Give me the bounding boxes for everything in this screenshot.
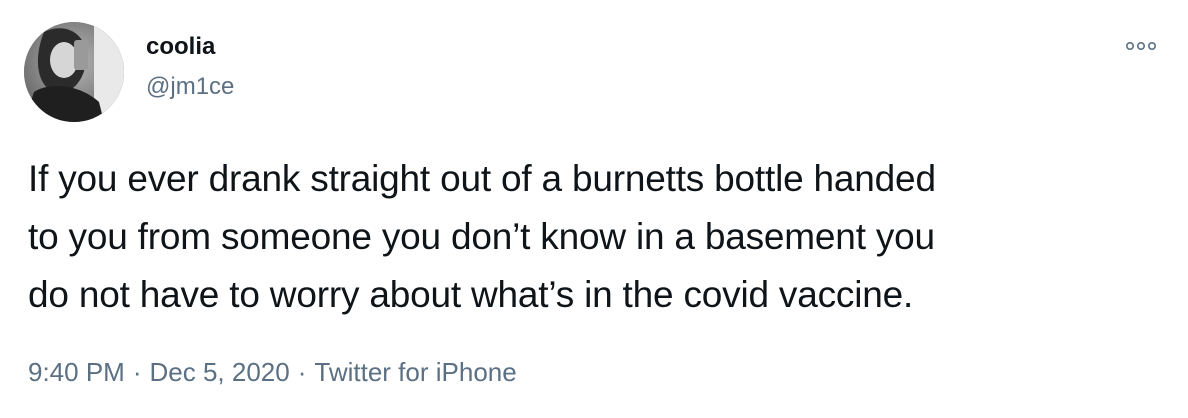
tweet-meta: 9:40 PM · Dec 5, 2020 · Twitter for iPhone [28, 356, 517, 388]
tweet-text-line: to you from someone you don’t know in a … [28, 216, 935, 257]
avatar-photo [24, 22, 124, 122]
more-options-button[interactable] [1118, 34, 1164, 58]
tweet-text-line: If you ever drank straight out of a burn… [28, 158, 936, 199]
tweet-source[interactable]: Twitter for iPhone [314, 357, 516, 387]
more-options-icon [1126, 41, 1156, 51]
avatar[interactable] [24, 22, 124, 122]
meta-separator: · [297, 357, 307, 387]
tweet-text: If you ever drank straight out of a burn… [28, 150, 1158, 324]
display-name[interactable]: coolia [146, 33, 215, 61]
tweet-time[interactable]: 9:40 PM [28, 357, 125, 387]
tweet-card: coolia @jm1ce If you ever drank straight… [0, 0, 1188, 418]
user-handle[interactable]: @jm1ce [146, 73, 234, 101]
meta-separator: · [132, 357, 142, 387]
tweet-text-line: do not have to worry about what’s in the… [28, 274, 914, 315]
tweet-date[interactable]: Dec 5, 2020 [150, 357, 290, 387]
